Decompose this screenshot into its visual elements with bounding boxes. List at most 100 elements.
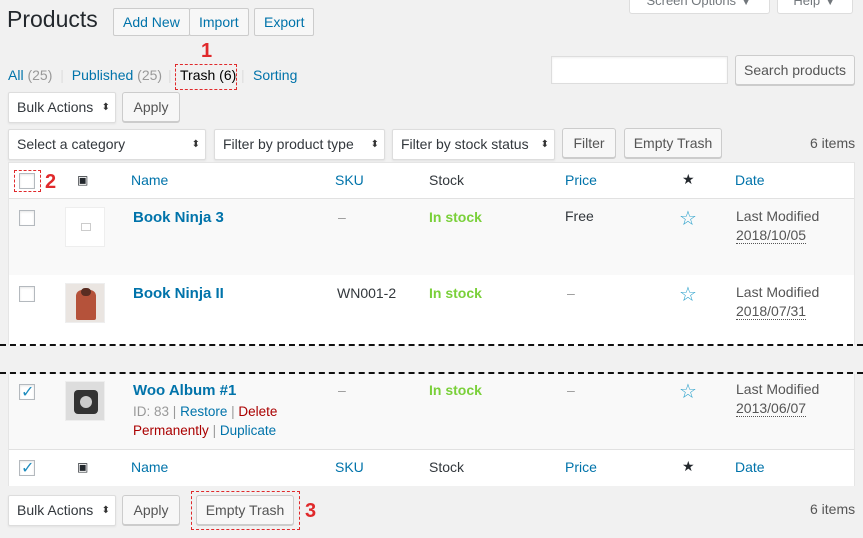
screen-options-label: Screen Options ▼ [646,0,753,8]
product-thumbnail-placeholder [65,207,105,247]
annotation-label-2: 2 [45,171,57,193]
row-checkbox[interactable] [19,210,35,226]
separator: | [167,67,172,83]
separator: | [241,67,245,83]
date-label: Last Modified [736,208,820,224]
annotation-box-3 [191,491,300,530]
duplicate-link[interactable]: Duplicate [220,423,276,438]
export-button[interactable]: Export [254,8,315,36]
row-actions: ID: 83 | Restore | Delete [133,404,277,419]
date-value: 2018/10/05 [736,227,807,244]
restore-link[interactable]: Restore [180,404,227,419]
star-outline-icon[interactable]: ☆ [679,208,697,228]
sku-value: – [338,382,346,398]
items-count-bottom: 6 items [810,501,856,517]
price-value: – [567,382,575,398]
sku-value: WN001-2 [337,285,397,301]
column-footer-sku[interactable]: SKU [335,450,364,484]
filter-button[interactable]: Filter [562,128,616,158]
star-outline-icon[interactable]: ☆ [679,381,697,401]
search-products-button[interactable]: Search products [735,55,855,85]
date-label: Last Modified [736,381,820,397]
column-footer-date[interactable]: Date [735,450,765,484]
cut-line-top [0,344,863,346]
table-row: Book Ninja 3 – In stock Free ☆ Last Modi… [9,199,854,275]
filter-all-link[interactable]: All [8,67,24,83]
annotation-label-1: 1 [201,40,213,62]
filter-published-link[interactable]: Published [72,67,134,83]
select-arrows-icon: ⬍ [101,505,110,516]
row-actions-line2: Permanently | Duplicate [133,423,276,438]
separator: | [172,404,177,419]
select-arrows-icon: ⬍ [191,139,200,150]
import-button[interactable]: Import [189,8,249,36]
column-header-stock: Stock [429,172,465,188]
status-filter-nav: All (25) | Published (25) | [8,67,172,83]
date-value: 2013/06/07 [736,400,807,417]
products-table: ▣ Name SKU Stock Price ★ Date Book Ninja… [8,162,855,346]
select-all-checkbox-footer[interactable] [19,458,35,477]
screen-options-tab[interactable]: Screen Options ▼ [629,0,770,14]
items-count-top: 6 items [810,135,856,151]
product-type-filter-select[interactable]: Filter by product type ⬍ [214,129,385,160]
category-filter-select[interactable]: Select a category ⬍ [8,129,206,160]
column-header-date[interactable]: Date [735,163,765,197]
stock-status: In stock [429,209,482,225]
column-header-price[interactable]: Price [565,163,597,197]
stock-status: In stock [429,382,482,398]
table-row: Book Ninja II WN001-2 In stock – ☆ Last … [9,275,854,346]
stock-status: In stock [429,285,482,301]
separator: | [231,404,235,419]
column-footer-price[interactable]: Price [565,450,597,484]
filter-all-count: (25) [27,67,53,83]
category-filter-value: Select a category [17,136,126,152]
star-outline-icon[interactable]: ☆ [679,284,697,304]
bulk-actions-select-top[interactable]: Bulk Actions ⬍ [8,92,116,123]
delete-permanently-link[interactable]: Permanently [133,423,209,438]
featured-column-star-icon[interactable]: ★ [682,163,695,197]
add-new-button[interactable]: Add New [113,8,190,36]
column-footer-name[interactable]: Name [131,450,168,484]
table-footer: ▣ Name SKU Stock Price ★ Date [9,449,854,486]
separator: | [212,423,217,438]
delete-permanently-link[interactable]: Delete [238,404,277,419]
annotation-box-2 [14,170,41,192]
featured-column-star-icon[interactable]: ★ [682,450,695,484]
table-row: Woo Album #1 ID: 83 | Restore | Delete P… [9,374,854,449]
product-name-link[interactable]: Book Ninja 3 [133,209,224,226]
annotation-label-3: 3 [305,500,317,522]
filter-published-count: (25) [137,67,163,83]
table-header: ▣ Name SKU Stock Price ★ Date [9,163,854,199]
bulk-actions-value: Bulk Actions [17,502,94,518]
product-name-link[interactable]: Book Ninja II [133,285,224,302]
help-tab[interactable]: Help ▼ [777,0,853,14]
row-checkbox[interactable] [19,382,35,401]
filter-sorting-link[interactable]: Sorting [253,67,297,83]
select-arrows-icon: ⬍ [370,139,379,150]
apply-button-top[interactable]: Apply [122,92,180,122]
row-checkbox[interactable] [19,286,35,302]
stock-status-filter-value: Filter by stock status [401,136,529,152]
select-arrows-icon: ⬍ [101,102,110,113]
product-name-link[interactable]: Woo Album #1 [133,382,236,399]
bulk-actions-select-bottom[interactable]: Bulk Actions ⬍ [8,495,116,526]
bulk-actions-value: Bulk Actions [17,99,94,115]
price-value: Free [565,208,594,224]
product-id: ID: 83 [133,404,170,419]
apply-button-bottom[interactable]: Apply [122,495,180,525]
search-input[interactable] [551,56,728,84]
column-header-sku[interactable]: SKU [335,163,364,197]
product-type-filter-value: Filter by product type [223,136,354,152]
product-thumbnail-hoodie [65,283,105,323]
separator: | [60,67,64,83]
date-value: 2018/07/31 [736,303,807,320]
empty-trash-button-top[interactable]: Empty Trash [624,128,722,158]
stock-status-filter-select[interactable]: Filter by stock status ⬍ [392,129,555,160]
help-label: Help ▼ [793,0,837,8]
products-table-continued: Woo Album #1 ID: 83 | Restore | Delete P… [8,374,855,486]
page-title: Products [7,6,98,32]
column-footer-stock: Stock [429,459,465,475]
image-column-icon: ▣ [77,460,89,474]
date-label: Last Modified [736,284,820,300]
column-header-name[interactable]: Name [131,163,168,197]
